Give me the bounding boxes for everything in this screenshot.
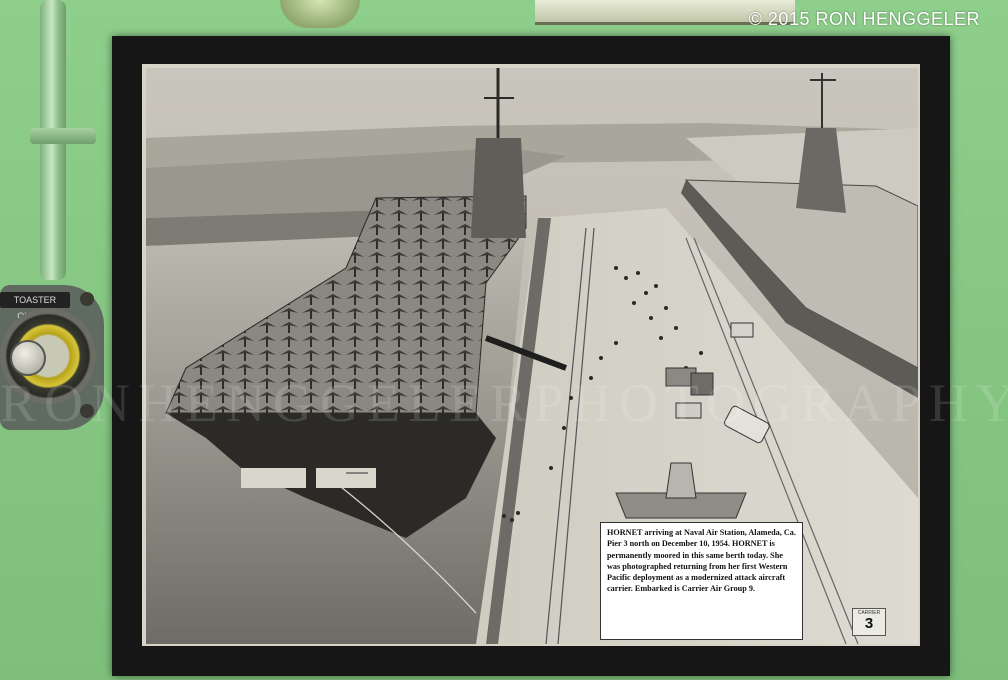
hornet-island xyxy=(471,138,526,238)
truck xyxy=(690,372,714,396)
pier-sign-number: 3 xyxy=(864,615,874,632)
outlet-bolt xyxy=(80,292,94,306)
truck xyxy=(730,322,754,338)
wall-scene: © 2015 RON HENGGELER TOASTER OUTLET xyxy=(0,0,1008,680)
outlet-knob xyxy=(10,340,46,376)
pier-sign: CARRIER 3 xyxy=(852,608,886,636)
caption-card: HORNET arriving at Naval Air Station, Al… xyxy=(600,522,803,640)
aircraft-on-trailer xyxy=(665,462,697,499)
caption-text: HORNET arriving at Naval Air Station, Al… xyxy=(607,528,796,594)
outlet-label: TOASTER OUTLET xyxy=(0,292,70,321)
hornet-stern-gallery xyxy=(241,468,306,488)
pipe-clamp xyxy=(30,128,96,144)
ceiling-lamp xyxy=(280,0,360,28)
copyright-text: © 2015 RON HENGGELER xyxy=(748,9,980,29)
outlet-bolt xyxy=(80,404,94,418)
hornet-stern-gallery xyxy=(316,468,376,488)
truck xyxy=(675,402,702,419)
